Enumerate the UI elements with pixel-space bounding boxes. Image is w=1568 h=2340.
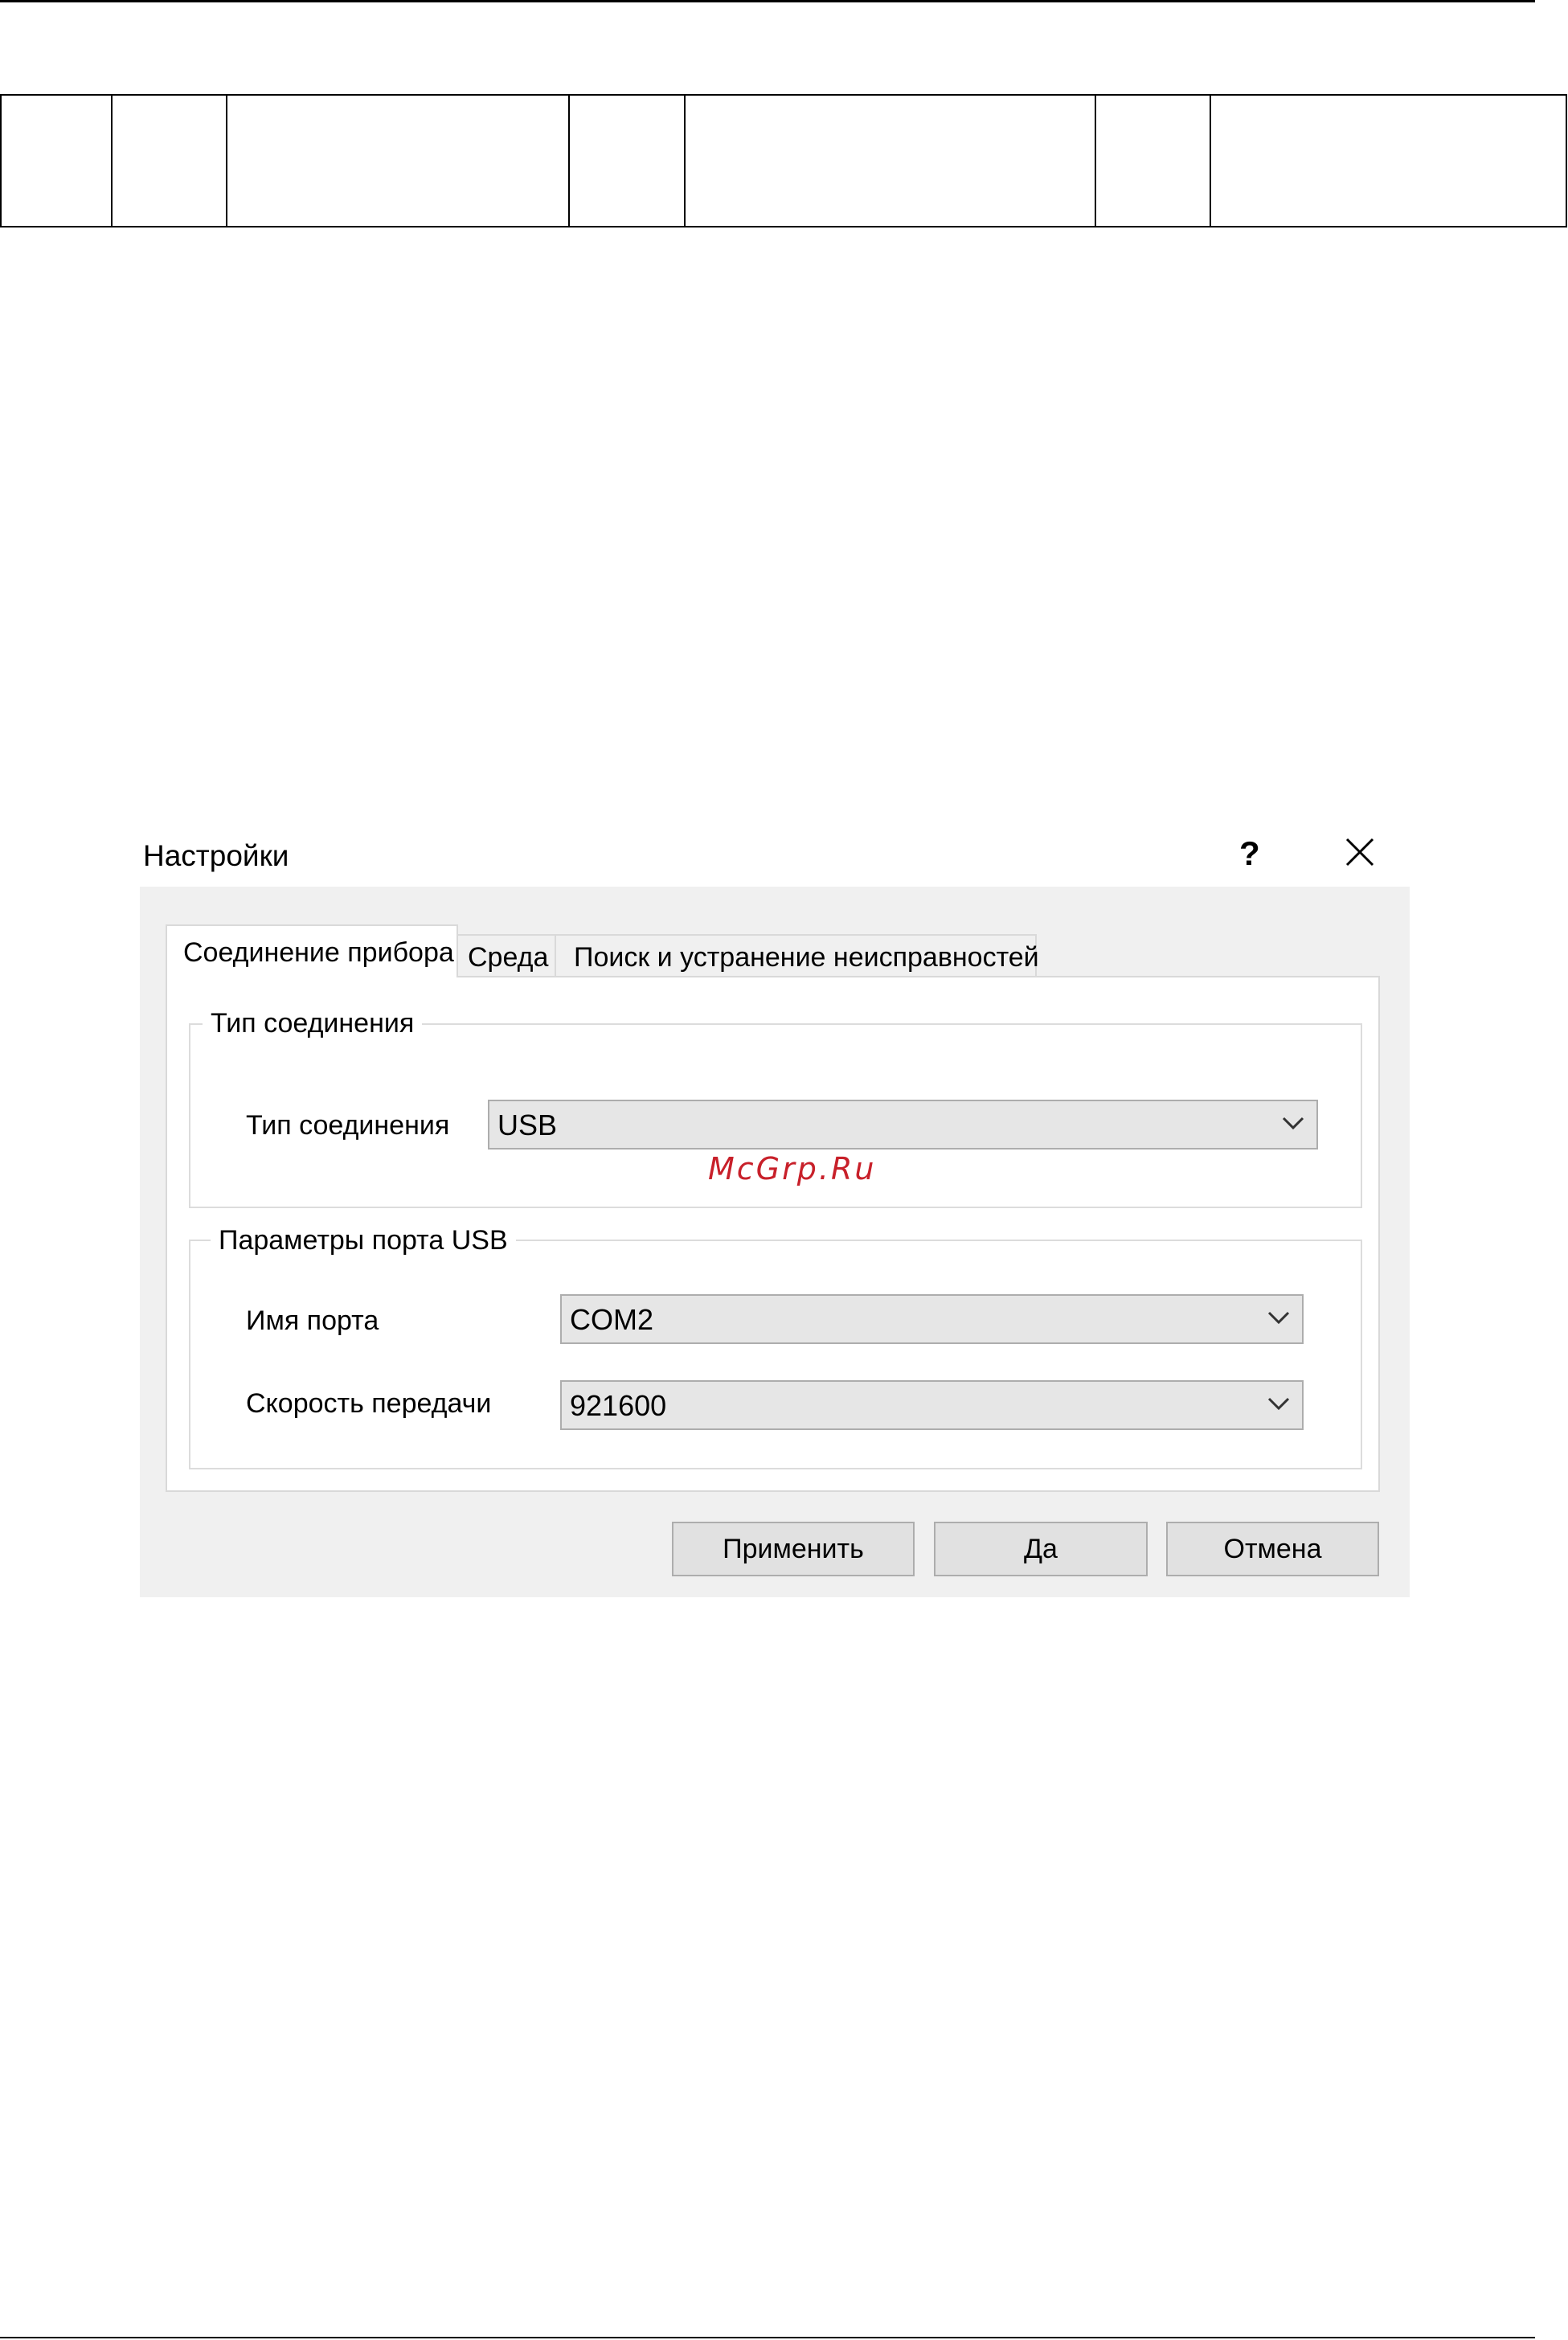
usb-port-legend: Параметры порта USB — [211, 1227, 516, 1254]
chevron-down-icon — [1267, 1397, 1290, 1411]
connection-type-label: Тип соединения — [246, 1110, 450, 1141]
dialog-title: Настройки — [143, 839, 289, 872]
baud-rate-select[interactable]: 921600 — [560, 1380, 1304, 1430]
table-row — [0, 94, 1567, 227]
connection-type-legend: Тип соединения — [203, 1010, 423, 1037]
tab-label: Соединение прибора — [183, 937, 454, 968]
table-cell — [1095, 94, 1211, 227]
baud-rate-label: Скорость передачи — [246, 1388, 492, 1419]
help-button[interactable]: ? — [1239, 834, 1260, 873]
table-cell — [0, 94, 113, 227]
apply-button[interactable]: Применить — [672, 1522, 915, 1576]
tab-label: Поиск и устранение неисправностей — [574, 942, 1039, 973]
footer-rule — [0, 2337, 1535, 2338]
close-button[interactable] — [1342, 834, 1378, 870]
table-cell — [1210, 94, 1567, 227]
table-cell — [684, 94, 1096, 227]
port-name-select[interactable]: COM2 — [560, 1294, 1304, 1344]
tab-environment[interactable]: Среда — [456, 934, 556, 976]
chevron-down-icon — [1282, 1117, 1304, 1130]
connection-type-value: USB — [497, 1109, 558, 1141]
tab-troubleshooting[interactable]: Поиск и устранение неисправностей — [555, 934, 1039, 976]
table-cell — [111, 94, 227, 227]
port-name-label: Имя порта — [246, 1305, 379, 1336]
port-name-value: COM2 — [570, 1303, 654, 1336]
watermark: McGrp.Ru — [708, 1151, 877, 1186]
ok-button[interactable]: Да — [934, 1522, 1148, 1576]
stamp-table — [0, 94, 1567, 227]
connection-type-select[interactable]: USB — [488, 1100, 1318, 1150]
usb-port-group — [189, 1240, 1362, 1469]
tab-label: Среда — [468, 942, 549, 973]
cancel-button[interactable]: Отмена — [1166, 1522, 1379, 1576]
baud-rate-value: 921600 — [570, 1389, 667, 1422]
header-rule — [0, 0, 1535, 2]
table-cell — [226, 94, 570, 227]
chevron-down-icon — [1267, 1311, 1290, 1325]
table-cell — [568, 94, 686, 227]
close-icon — [1345, 838, 1374, 867]
tab-device-connection[interactable]: Соединение прибора — [166, 924, 458, 977]
